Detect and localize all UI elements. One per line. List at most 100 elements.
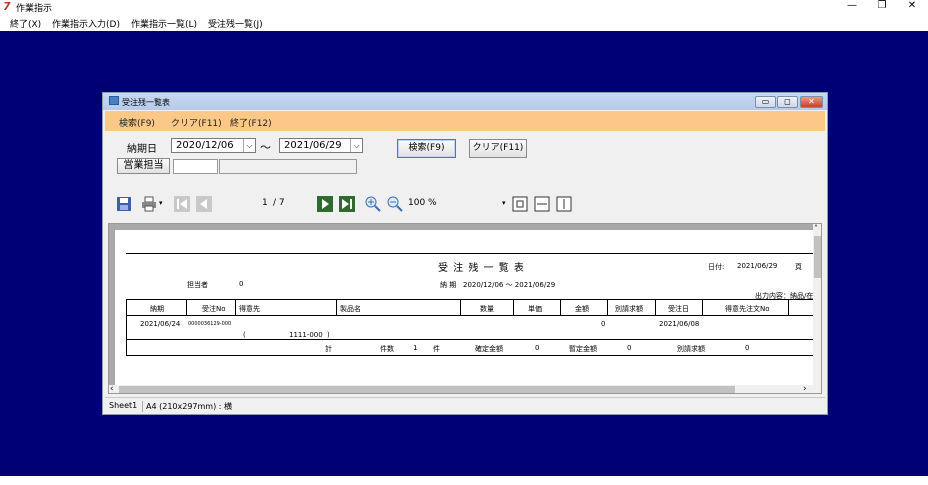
- footer-total-label: 計: [325, 345, 332, 353]
- clear-button[interactable]: クリア(F11): [469, 139, 527, 158]
- page-current[interactable]: 1: [262, 198, 268, 208]
- footer-kakutei-label: 確定金額: [475, 345, 503, 353]
- child-menu-search[interactable]: 検索(F9): [119, 116, 155, 129]
- child-titlebar: 受注残一覧表 ▭ ◻ ✕: [103, 93, 827, 110]
- date-from-picker[interactable]: 2020/12/06 ⌵: [171, 138, 256, 153]
- chevron-down-icon[interactable]: ⌵: [243, 139, 255, 152]
- child-restore-icon[interactable]: ◻: [777, 96, 798, 108]
- footer-kakutei-value: 0: [535, 344, 540, 352]
- col-divider: [788, 299, 789, 315]
- report-tantou-label: 担当者: [187, 281, 208, 289]
- main-statusbar: [0, 476, 928, 485]
- child-title: 受注残一覧表: [122, 98, 170, 107]
- fit-page-icon[interactable]: [512, 196, 528, 212]
- report-period-label: 納 期: [440, 281, 457, 289]
- fit-width-icon[interactable]: [534, 196, 550, 212]
- horizontal-scrollbar[interactable]: ‹ ›: [109, 384, 813, 393]
- app-titlebar: 7 作業指示 — ❐ ✕: [0, 0, 928, 14]
- search-form: 納期日 2020/12/06 ⌵ 〜 2021/06/29 ⌵ 営業担当 検索(…: [105, 131, 825, 176]
- zoom-in-icon[interactable]: [365, 196, 381, 212]
- footer-count-label: 件数: [380, 345, 394, 353]
- footer-zantei-value: 0: [627, 344, 632, 352]
- zoom-out-icon[interactable]: [387, 196, 403, 212]
- date-to-value: 2021/06/29: [284, 140, 342, 151]
- col-header-customer: 得意先: [239, 305, 260, 313]
- col-header-price: 単価: [528, 305, 542, 313]
- app-title: 作業指示: [16, 4, 53, 14]
- next-page-icon[interactable]: [317, 196, 333, 212]
- child-close-icon[interactable]: ✕: [800, 96, 823, 108]
- child-minimize-icon[interactable]: ▭: [755, 96, 776, 108]
- footer-bottom-line: [126, 355, 813, 356]
- footer-count-unit: 件: [433, 345, 440, 353]
- child-menubar: 検索(F9) クリア(F11) 終了(F12): [105, 111, 825, 131]
- col-divider: [186, 299, 187, 315]
- col-header-amount: 金額: [575, 305, 589, 313]
- horizontal-scroll-thumb[interactable]: [119, 386, 735, 393]
- date-to-picker[interactable]: 2021/06/29 ⌵: [279, 138, 363, 153]
- footer-zantei-label: 暫定金額: [569, 345, 597, 353]
- zoom-value[interactable]: 100 %: [408, 198, 437, 208]
- vertical-scrollbar[interactable]: ˄: [813, 224, 821, 393]
- col-header-qty: 数量: [480, 305, 494, 313]
- footer-bettsu-label: 別請求額: [677, 345, 705, 353]
- chevron-down-icon[interactable]: ⌵: [350, 139, 362, 152]
- col-header-juchu-date: 受注日: [668, 305, 689, 313]
- row-nouki: 2021/06/24: [140, 320, 181, 328]
- report-page: 受 注 残 一 覧 表 日付: 2021/06/29 頁 担当者 0 納 期 2…: [115, 230, 813, 390]
- viewer-statusbar: Sheet1 A4 (210x297mm) : 横: [105, 397, 825, 412]
- print-dropdown-icon[interactable]: ▾: [159, 199, 163, 207]
- footer-count-value: 1: [413, 344, 418, 352]
- report-date-label: 日付:: [708, 263, 725, 271]
- restore-icon[interactable]: ❐: [872, 0, 892, 12]
- menu-backlog-list[interactable]: 受注残一覧(J): [208, 17, 263, 30]
- search-button[interactable]: 検索(F9): [397, 139, 456, 158]
- report-period-value: 2020/12/06 ～ 2021/06/29: [463, 281, 556, 289]
- report-page-label: 頁: [795, 263, 802, 271]
- sales-rep-code-input[interactable]: [173, 159, 218, 174]
- save-icon[interactable]: [116, 196, 132, 212]
- col-header-product: 製品名: [340, 305, 361, 313]
- col-header-juchu-no: 受注No: [202, 305, 226, 313]
- child-menu-clear[interactable]: クリア(F11): [171, 116, 222, 129]
- backlog-window: 受注残一覧表 ▭ ◻ ✕ 検索(F9) クリア(F11) 終了(F12) 納期日…: [102, 92, 828, 415]
- col-header-separate: 別請求額: [615, 305, 643, 313]
- page-total: / 7: [273, 198, 285, 208]
- zoom-dropdown-icon[interactable]: ▾: [502, 199, 506, 207]
- minimize-icon[interactable]: —: [842, 0, 862, 12]
- child-menu-exit[interactable]: 終了(F12): [230, 116, 272, 129]
- report-tantou-value: 0: [239, 280, 244, 288]
- scroll-up-icon[interactable]: ˄: [814, 224, 818, 233]
- date-from-value: 2020/12/06: [176, 140, 234, 151]
- status-paper: A4 (210x297mm) : 横: [142, 401, 232, 412]
- first-page-icon[interactable]: [174, 196, 190, 212]
- menu-work-input[interactable]: 作業指示入力(D): [52, 17, 120, 30]
- main-menubar: 終了(X) 作業指示入力(D) 作業指示一覧(L) 受注残一覧(J): [0, 14, 928, 31]
- viewer-toolbar: ▾ 1 / 7 100 % ▾: [108, 188, 823, 221]
- scroll-right-icon[interactable]: ›: [803, 384, 807, 393]
- status-sheet: Sheet1: [109, 401, 138, 410]
- col-divider: [607, 299, 608, 315]
- header-bottom-line: [126, 315, 813, 316]
- row-juchu-date: 2021/06/08: [659, 320, 700, 328]
- close-icon[interactable]: ✕: [902, 0, 922, 12]
- report-viewer[interactable]: 受 注 残 一 覧 表 日付: 2021/06/29 頁 担当者 0 納 期 2…: [108, 223, 822, 394]
- col-divider: [513, 299, 514, 315]
- col-header-order-no: 得意先注文No: [725, 305, 770, 313]
- print-icon[interactable]: [141, 196, 157, 212]
- table-left-border: [126, 299, 127, 355]
- col-header-nouki: 納期: [150, 305, 164, 313]
- menu-exit[interactable]: 終了(X): [10, 17, 41, 30]
- vertical-scroll-thumb[interactable]: [814, 236, 821, 278]
- col-divider: [702, 299, 703, 315]
- last-page-icon[interactable]: [339, 196, 355, 212]
- window-icon: [109, 96, 119, 105]
- row-juchu-no: 0000036129-000: [188, 321, 232, 327]
- scroll-left-icon[interactable]: ‹: [110, 384, 114, 393]
- sales-rep-label[interactable]: 営業担当: [117, 158, 170, 174]
- menu-work-list[interactable]: 作業指示一覧(L): [131, 17, 197, 30]
- report-date-value: 2021/06/29: [737, 262, 778, 270]
- col-divider: [655, 299, 656, 315]
- prev-page-icon[interactable]: [196, 196, 212, 212]
- fit-height-icon[interactable]: [556, 196, 572, 212]
